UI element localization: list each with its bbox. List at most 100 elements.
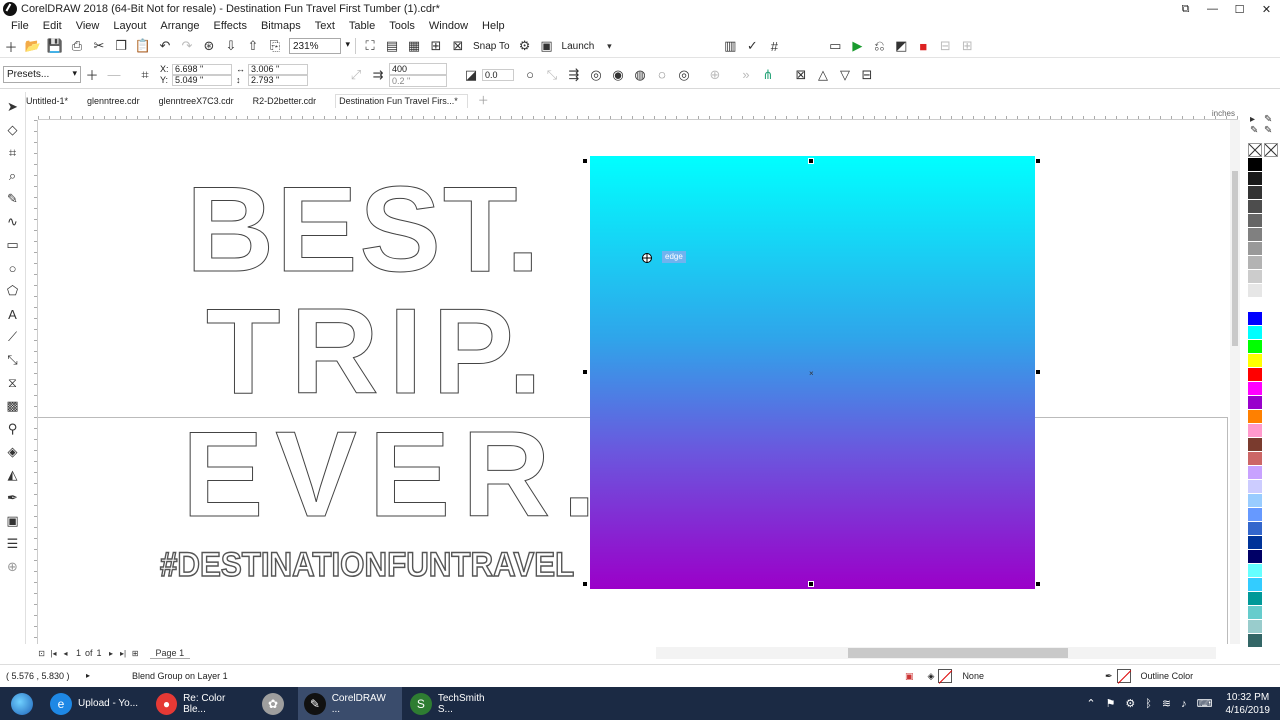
shape-tool-icon[interactable]: ◇ [2, 119, 24, 141]
close-button[interactable]: ✕ [1253, 0, 1280, 18]
palette-swatch[interactable] [1248, 508, 1262, 522]
palette-swatch[interactable] [1248, 466, 1262, 480]
export-icon[interactable]: ⇧ [243, 36, 263, 56]
rectangle-tool-icon[interactable]: ▭ [2, 234, 24, 256]
palette-swatch[interactable] [1248, 410, 1262, 424]
selection-handle[interactable] [808, 158, 814, 164]
selection-handle[interactable] [1035, 369, 1041, 375]
palette-swatch[interactable] [1248, 396, 1262, 410]
palette-swatch[interactable] [1248, 368, 1262, 382]
clear-blend-icon[interactable]: △ [813, 65, 833, 85]
zoom-level-select[interactable]: 231% [289, 38, 350, 54]
clockwise-blend-icon[interactable]: ◉ [608, 65, 628, 85]
more-blend-options-icon[interactable]: » [736, 65, 756, 85]
drawing-canvas[interactable]: BEST. TRIP. EVER. #DESTINATIONFUNTRAVEL … [38, 120, 1230, 644]
taskbar-app[interactable]: ✎ CorelDRAW ... [298, 687, 402, 720]
scroll-up-icon[interactable]: ▸ [1250, 114, 1264, 125]
clock[interactable]: 10:32 PM 4/16/2019 [1226, 691, 1271, 717]
pen-icon[interactable]: ✎ [1264, 114, 1278, 125]
restore-icon-button[interactable]: ⧉ [1172, 0, 1199, 18]
outline-pen-icon[interactable]: ✒ [2, 487, 24, 509]
freehand-tool-icon[interactable]: ✎ [2, 188, 24, 210]
blend-sizes-icon[interactable]: ⊕ [705, 65, 725, 85]
add-preset-icon[interactable]: ＋ [82, 65, 102, 85]
palette-swatch[interactable] [1248, 214, 1262, 228]
count-icon[interactable]: # [764, 36, 784, 56]
path-properties-icon[interactable]: ⤡ [542, 65, 562, 85]
y-position-input[interactable]: 5.049 " [172, 74, 232, 86]
horizontal-scroll-thumb[interactable] [848, 648, 1068, 658]
object-acceleration-icon[interactable]: ◌ [652, 65, 672, 85]
palette-swatch[interactable] [1248, 452, 1262, 466]
macro-pause-icon[interactable]: ⊟ [935, 36, 955, 56]
outline-indicator[interactable]: ✒ Outline Color [1105, 669, 1193, 683]
palette-swatch[interactable] [1248, 326, 1262, 340]
menu-view[interactable]: View [69, 20, 107, 32]
horizontal-ruler[interactable] [38, 108, 1238, 120]
palette-swatch[interactable] [1248, 228, 1262, 242]
menu-bitmaps[interactable]: Bitmaps [254, 20, 308, 32]
loop-blend-icon[interactable]: ○ [520, 65, 540, 85]
text-tool-icon[interactable]: A [2, 303, 24, 325]
save-icon[interactable]: 💾 [45, 36, 65, 56]
palette-swatch[interactable] [1248, 536, 1262, 550]
palette-swatch[interactable] [1248, 522, 1262, 536]
copy-icon[interactable]: ❐ [111, 36, 131, 56]
object-color-acceleration-icon[interactable]: ⇶ [564, 65, 584, 85]
tab-destination-fun-travel[interactable]: Destination Fun Travel Firs...* [335, 94, 468, 108]
palette-swatch[interactable] [1248, 340, 1262, 354]
pen-alt-icon[interactable]: ✎ [1250, 125, 1264, 136]
no-color-swatch[interactable] [1248, 143, 1262, 157]
menu-arrange[interactable]: Arrange [153, 20, 206, 32]
add-tab-icon[interactable]: ＋ [478, 92, 489, 108]
palette-swatch[interactable] [1248, 494, 1262, 508]
vertical-ruler[interactable] [26, 120, 38, 644]
blend-direction-input[interactable]: 0.0 [482, 68, 514, 81]
menu-help[interactable]: Help [475, 20, 512, 32]
palette-swatch[interactable] [1248, 158, 1262, 172]
add-page-icon[interactable]: ⊞ [130, 649, 141, 658]
options-gear-icon[interactable]: ⚙ [515, 36, 535, 56]
menu-table[interactable]: Table [342, 20, 382, 32]
smart-fill-icon[interactable]: ◭ [2, 464, 24, 486]
volume-icon[interactable]: ♪ [1181, 698, 1187, 710]
counterclockwise-blend-icon[interactable]: ◍ [630, 65, 650, 85]
width-input[interactable]: 3.006 " [248, 63, 308, 75]
blend-tool-icon[interactable]: ⧖ [2, 372, 24, 394]
macro-editor-icon[interactable]: ⎌ [869, 36, 889, 56]
palette-swatch[interactable] [1248, 312, 1262, 326]
import-icon[interactable]: ⇩ [221, 36, 241, 56]
artwork-hashtag[interactable]: #DESTINATIONFUNTRAVEL [159, 547, 575, 583]
menu-effects[interactable]: Effects [207, 20, 254, 32]
open-folder-icon[interactable]: 📂 [23, 36, 43, 56]
bluetooth-icon[interactable]: ᛒ [1145, 698, 1152, 710]
selection-handle[interactable] [1035, 158, 1041, 164]
zoom-tool-icon[interactable]: ⌕ [2, 165, 24, 187]
menu-edit[interactable]: Edit [36, 20, 69, 32]
selection-handle[interactable] [582, 158, 588, 164]
show-grid-icon[interactable]: ▦ [404, 36, 424, 56]
transparency-tool-icon[interactable]: ▩ [2, 395, 24, 417]
show-guidelines-icon[interactable]: ⊞ [426, 36, 446, 56]
pick-tool-icon[interactable]: ➤ [2, 96, 24, 118]
fill-icon[interactable]: ▣ [2, 510, 24, 532]
tray-expand-icon[interactable]: ⌃ [1086, 697, 1095, 710]
menu-tools[interactable]: Tools [382, 20, 422, 32]
selection-handle[interactable] [582, 369, 588, 375]
menu-window[interactable]: Window [422, 20, 475, 32]
macro-stop-icon[interactable]: ⊞ [957, 36, 977, 56]
connector-tool-icon[interactable]: ⤡ [2, 349, 24, 371]
selection-handle[interactable] [582, 581, 588, 587]
palette-swatch[interactable] [1248, 564, 1262, 578]
tray-network-icon[interactable]: ⚙ [1125, 697, 1135, 710]
direct-blend-icon[interactable]: ◎ [586, 65, 606, 85]
play-macro-icon[interactable]: ▶ [847, 36, 867, 56]
barcode-icon[interactable]: ▥ [720, 36, 740, 56]
show-rulers-icon[interactable]: ▤ [382, 36, 402, 56]
align-icon[interactable]: ☰ [2, 533, 24, 555]
launch-app-icon[interactable]: ▣ [537, 36, 557, 56]
last-page-icon[interactable]: ▸| [118, 649, 129, 658]
polygon-tool-icon[interactable]: ⬠ [2, 280, 24, 302]
status-expand-icon[interactable]: ▸ [86, 671, 90, 680]
palette-swatch[interactable] [1248, 578, 1262, 592]
